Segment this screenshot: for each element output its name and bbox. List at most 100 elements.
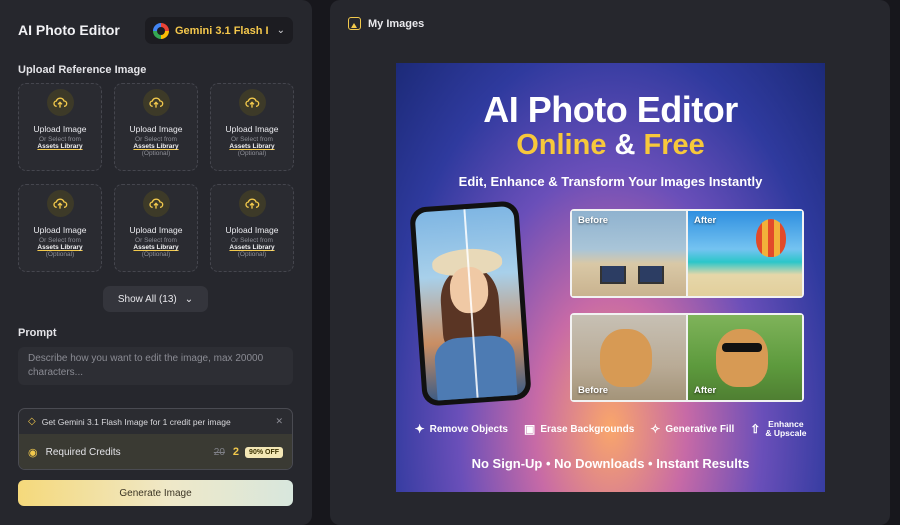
image-icon: ▣	[524, 422, 536, 436]
poster-tagline: Edit, Enhance & Transform Your Images In…	[458, 174, 763, 189]
feature-label-line2: & Upscale	[765, 428, 807, 438]
phone-mockup	[409, 200, 532, 407]
upload-section-label: Upload Reference Image	[18, 64, 147, 76]
hot-air-balloon	[756, 219, 786, 257]
tile-subtitle: Or Select from	[39, 136, 81, 143]
model-selector[interactable]: Gemini 3.1 Flash I... ⌄	[145, 17, 293, 44]
upload-tile[interactable]: Upload Image Or Select from Assets Libra…	[18, 83, 102, 171]
upload-tile[interactable]: Upload Image Or Select from Assets Libra…	[210, 83, 294, 171]
upload-tile[interactable]: Upload Image Or Select from Assets Libra…	[210, 184, 294, 272]
dog-comparison: Before After	[570, 313, 804, 402]
feature-list: ✦ Remove Objects ▣ Erase Backgrounds ✧ G…	[396, 420, 825, 438]
beach-after-image: After	[688, 211, 802, 296]
required-credits-row: ◉ Required Credits 20 2 90% OFF	[19, 434, 292, 469]
feature-erase-backgrounds: ▣ Erase Backgrounds	[524, 420, 634, 438]
cloud-upload-icon	[238, 89, 266, 116]
tile-optional: (Optional)	[237, 150, 267, 157]
assets-library-link[interactable]: Assets Library	[133, 143, 178, 150]
magic-wand-icon: ✦	[414, 422, 425, 436]
cloud-upload-icon	[142, 89, 170, 116]
feature-enhance-upscale: ⇧ Enhance & Upscale	[750, 420, 806, 438]
discount-badge: 90% OFF	[245, 446, 283, 458]
upload-tile[interactable]: Upload Image Or Select from Assets Libra…	[114, 83, 198, 171]
tile-title: Upload Image	[225, 124, 279, 134]
promo-banner: ◇ Get Gemini 3.1 Flash Image for 1 credi…	[19, 409, 292, 434]
beach-chair	[600, 266, 626, 284]
assets-library-link[interactable]: Assets Library	[37, 143, 82, 150]
poster-title: AI Photo Editor	[483, 89, 738, 130]
credits-card: ◇ Get Gemini 3.1 Flash Image for 1 credi…	[18, 408, 293, 470]
tile-title: Upload Image	[33, 225, 87, 235]
assets-library-link[interactable]: Assets Library	[37, 244, 82, 251]
feature-generative-fill: ✧ Generative Fill	[650, 420, 734, 438]
prompt-label: Prompt	[18, 327, 57, 339]
dog	[716, 329, 768, 387]
feature-label: Enhance & Upscale	[765, 420, 806, 438]
feature-label: Remove Objects	[429, 423, 508, 435]
cloud-upload-icon	[46, 190, 74, 217]
coins-icon: ◉	[28, 446, 38, 459]
beach-comparison: Before After	[570, 209, 804, 298]
required-credits-label: Required Credits	[45, 446, 121, 458]
dog-before-image: Before	[572, 315, 686, 400]
upload-tile[interactable]: Upload Image Or Select from Assets Libra…	[114, 184, 198, 272]
tile-title: Upload Image	[129, 225, 183, 235]
assets-library-link[interactable]: Assets Library	[133, 244, 178, 251]
feature-remove-objects: ✦ Remove Objects	[415, 420, 508, 438]
close-icon[interactable]: ✕	[275, 416, 283, 427]
tile-title: Upload Image	[33, 124, 87, 134]
image-gallery-icon	[348, 17, 361, 30]
sunglasses	[722, 343, 762, 352]
tile-optional: (Optional)	[141, 251, 171, 258]
promo-text: Get Gemini 3.1 Flash Image for 1 credit …	[41, 416, 231, 427]
tile-subtitle: Or Select from	[231, 136, 273, 143]
before-label: Before	[578, 215, 609, 226]
my-images-header: My Images	[348, 17, 424, 30]
discounted-credits: 2	[232, 446, 240, 458]
feature-label: Erase Backgrounds	[540, 423, 635, 435]
poster-subtitle: Online & Free	[396, 129, 825, 162]
tile-subtitle: Or Select from	[231, 237, 273, 244]
poster-footer: No Sign-Up • No Downloads • Instant Resu…	[471, 456, 750, 471]
dog	[600, 329, 652, 387]
original-credits: 20	[213, 446, 225, 458]
result-image[interactable]: AI Photo Editor Online & Free Edit, Enha…	[396, 63, 825, 492]
upload-tile[interactable]: Upload Image Or Select from Assets Libra…	[18, 184, 102, 272]
beach-chair	[638, 266, 664, 284]
diamond-icon: ◇	[28, 416, 36, 427]
google-g-icon	[153, 22, 169, 39]
app-title: AI Photo Editor	[18, 22, 120, 38]
cloud-upload-icon	[142, 190, 170, 217]
tile-subtitle: Or Select from	[135, 136, 177, 143]
tile-title: Upload Image	[225, 225, 279, 235]
tile-optional: (Optional)	[45, 251, 75, 258]
before-label: Before	[578, 385, 609, 396]
my-images-label: My Images	[368, 17, 425, 30]
show-all-label: Show All (13)	[117, 293, 177, 305]
prompt-input[interactable]: Describe how you want to edit the image,…	[18, 347, 293, 385]
cloud-upload-icon	[46, 89, 74, 116]
tile-title: Upload Image	[129, 124, 183, 134]
chevron-down-icon: ⌄	[184, 293, 194, 305]
editor-panel: AI Photo Editor Gemini 3.1 Flash I... ⌄ …	[0, 0, 312, 525]
tile-optional: (Optional)	[237, 251, 267, 258]
tile-subtitle: Or Select from	[135, 237, 177, 244]
tile-optional: (Optional)	[141, 150, 171, 157]
generate-image-button[interactable]: Generate Image	[18, 480, 293, 506]
portrait-image	[414, 205, 527, 402]
arrow-up-icon: ⇧	[750, 422, 761, 436]
my-images-panel: My Images AI Photo Editor Online & Free …	[330, 0, 890, 525]
upload-grid: Upload Image Or Select from Assets Libra…	[18, 83, 294, 272]
model-selector-label: Gemini 3.1 Flash I...	[175, 24, 269, 37]
show-all-button[interactable]: Show All (13) ⌄	[103, 286, 208, 312]
tile-subtitle: Or Select from	[39, 237, 81, 244]
poster-subtitle-online: Online	[516, 129, 607, 161]
poster-subtitle-free: Free	[643, 129, 705, 161]
feature-label: Generative Fill	[665, 423, 735, 435]
after-label: After	[694, 385, 717, 396]
dog-after-image: After	[688, 315, 802, 400]
assets-library-link[interactable]: Assets Library	[229, 143, 274, 150]
cloud-upload-icon	[238, 190, 266, 217]
assets-library-link[interactable]: Assets Library	[229, 244, 274, 251]
beach-before-image: Before	[572, 211, 686, 296]
